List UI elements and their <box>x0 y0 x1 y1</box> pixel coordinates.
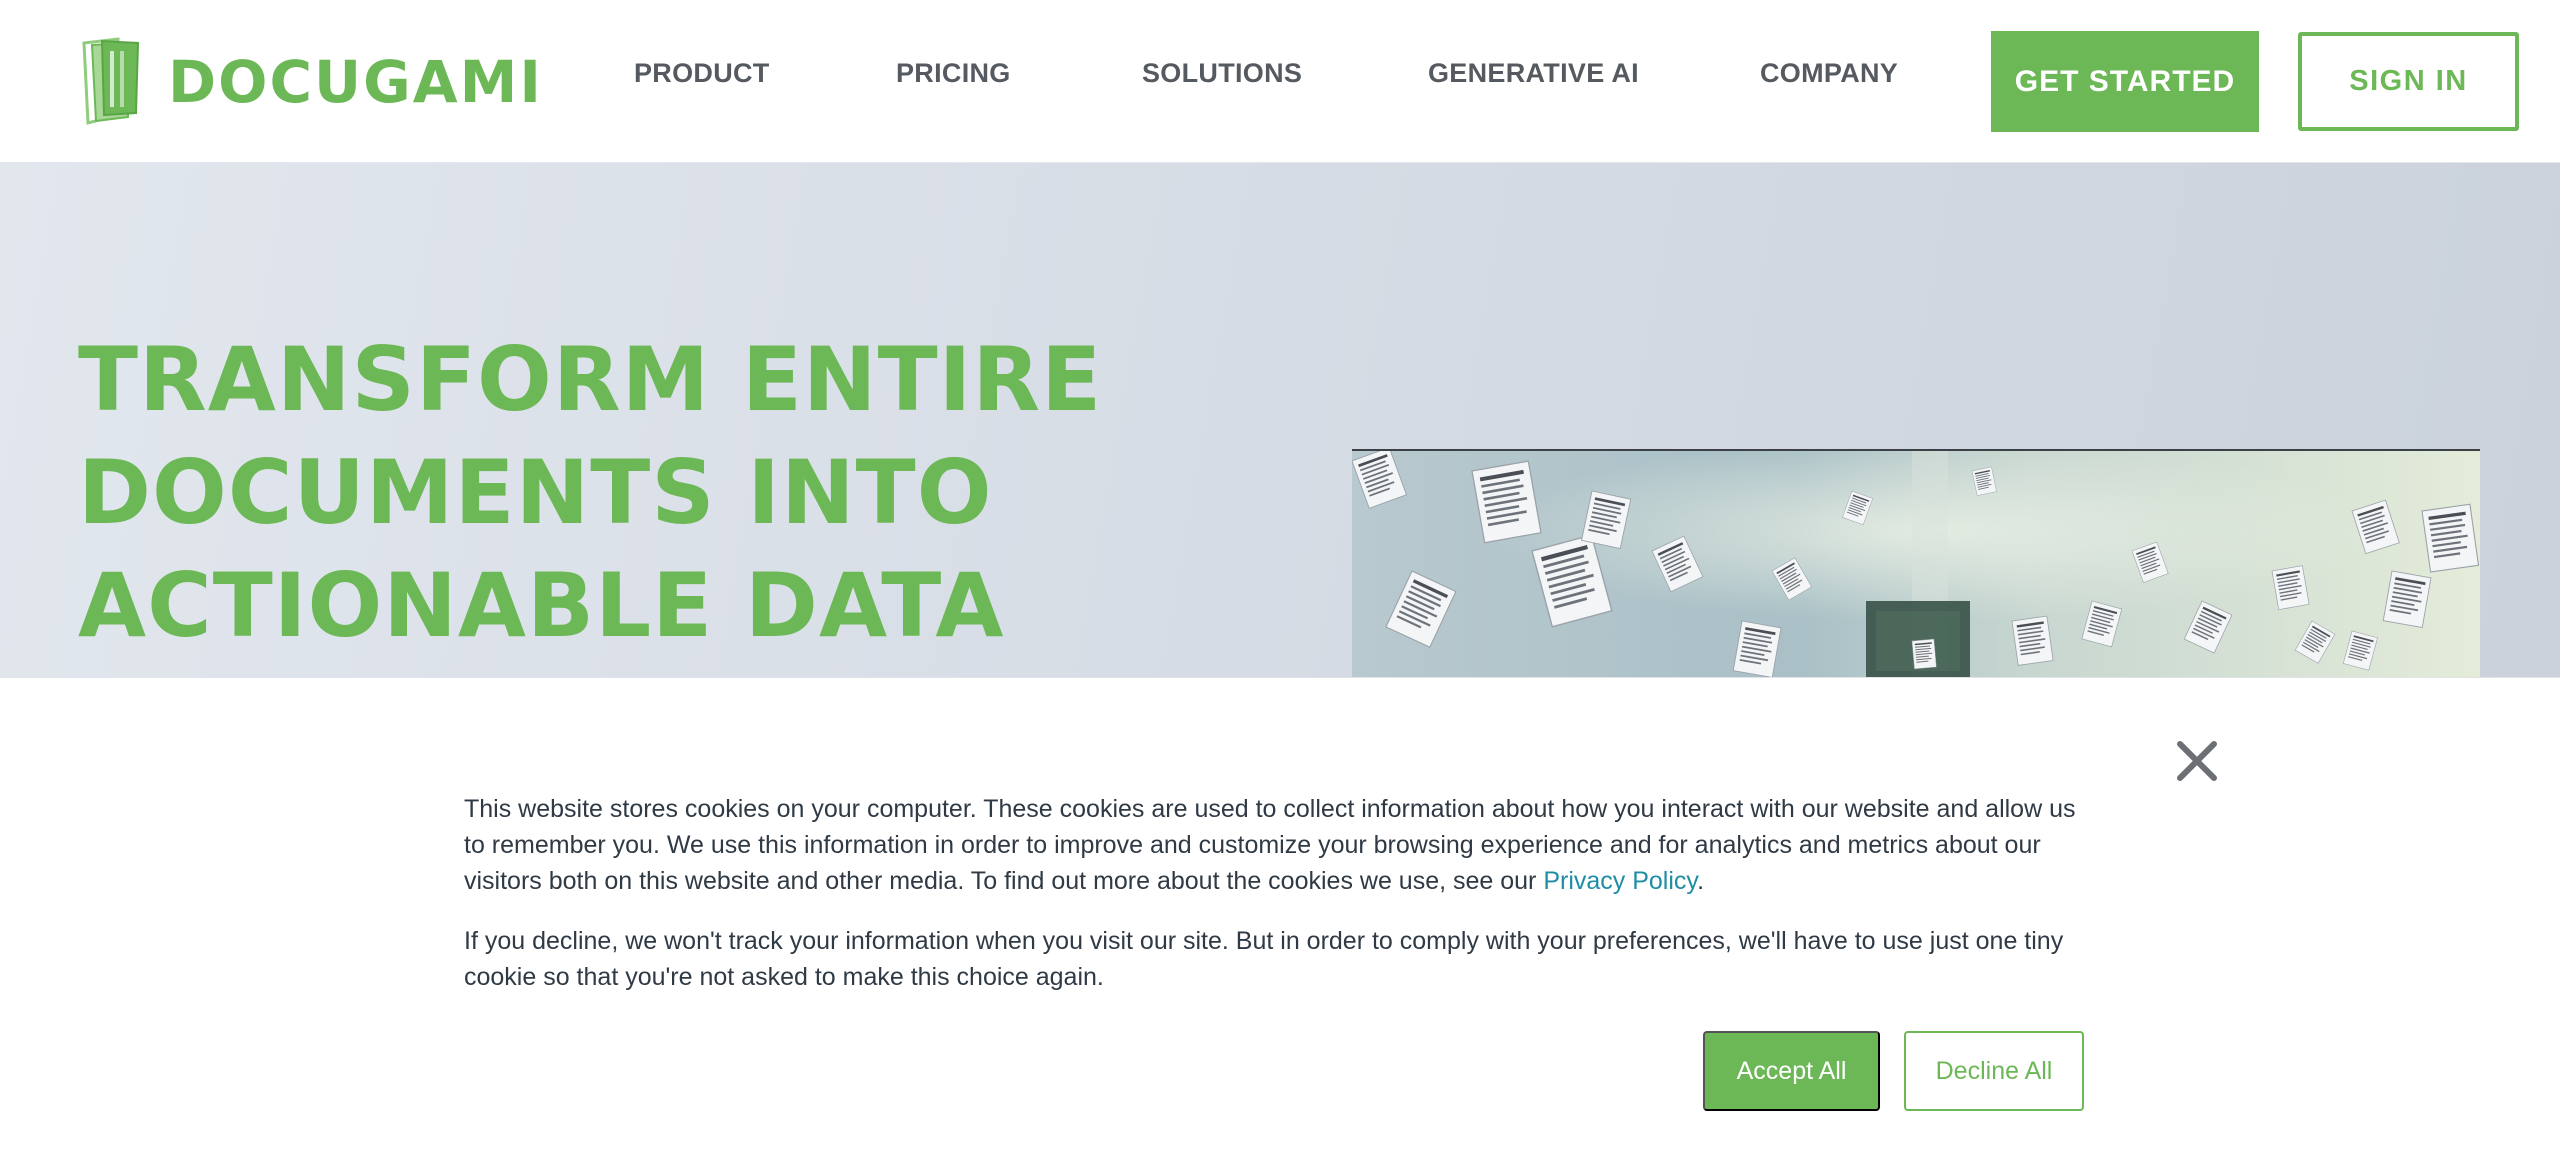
hero-title: TRANSFORM ENTIRE DOCUMENTS INTO ACTIONAB… <box>78 323 1278 662</box>
logo[interactable]: DOCUGAMI <box>78 36 543 128</box>
cookie-paragraph-1-text: This website stores cookies on your comp… <box>464 795 2076 895</box>
hero-section: TRANSFORM ENTIRE DOCUMENTS INTO ACTIONAB… <box>0 163 2560 677</box>
cookie-paragraph-2: If you decline, we won't track your info… <box>464 927 2064 991</box>
page: DOCUGAMI PRODUCT PRICING SOLUTIONS GENER… <box>0 0 2560 1162</box>
decline-all-button[interactable]: Decline All <box>1904 1031 2084 1111</box>
flying-documents-illustration <box>1352 451 2480 677</box>
nav-item-generative-ai[interactable]: GENERATIVE AI <box>1428 58 1639 89</box>
brand-name: DOCUGAMI <box>168 48 543 116</box>
cookie-consent-banner: This website stores cookies on your comp… <box>0 677 2560 1162</box>
close-icon[interactable] <box>2174 738 2220 784</box>
cookie-message: This website stores cookies on your comp… <box>464 791 2084 1019</box>
nav-item-product[interactable]: PRODUCT <box>634 58 770 89</box>
nav-item-solutions[interactable]: SOLUTIONS <box>1142 58 1302 89</box>
hero-title-line-1: TRANSFORM ENTIRE <box>78 328 1103 431</box>
nav-item-company[interactable]: COMPANY <box>1760 58 1898 89</box>
nav-item-pricing[interactable]: PRICING <box>896 58 1011 89</box>
top-navbar: DOCUGAMI PRODUCT PRICING SOLUTIONS GENER… <box>0 0 2560 163</box>
cookie-paragraph-1: This website stores cookies on your comp… <box>464 791 2084 899</box>
accept-all-button[interactable]: Accept All <box>1703 1031 1880 1111</box>
flying-documents-video[interactable] <box>1352 449 2480 677</box>
sign-in-button[interactable]: SIGN IN <box>2298 32 2519 131</box>
privacy-policy-link[interactable]: Privacy Policy <box>1543 867 1697 895</box>
hero-title-line-3: ACTIONABLE DATA <box>78 554 1005 657</box>
cookie-paragraph-1-end: . <box>1697 867 1705 895</box>
docugami-stack-icon <box>82 37 140 125</box>
get-started-button[interactable]: GET STARTED <box>1991 31 2259 132</box>
hero-title-line-2: DOCUMENTS INTO <box>78 441 993 544</box>
